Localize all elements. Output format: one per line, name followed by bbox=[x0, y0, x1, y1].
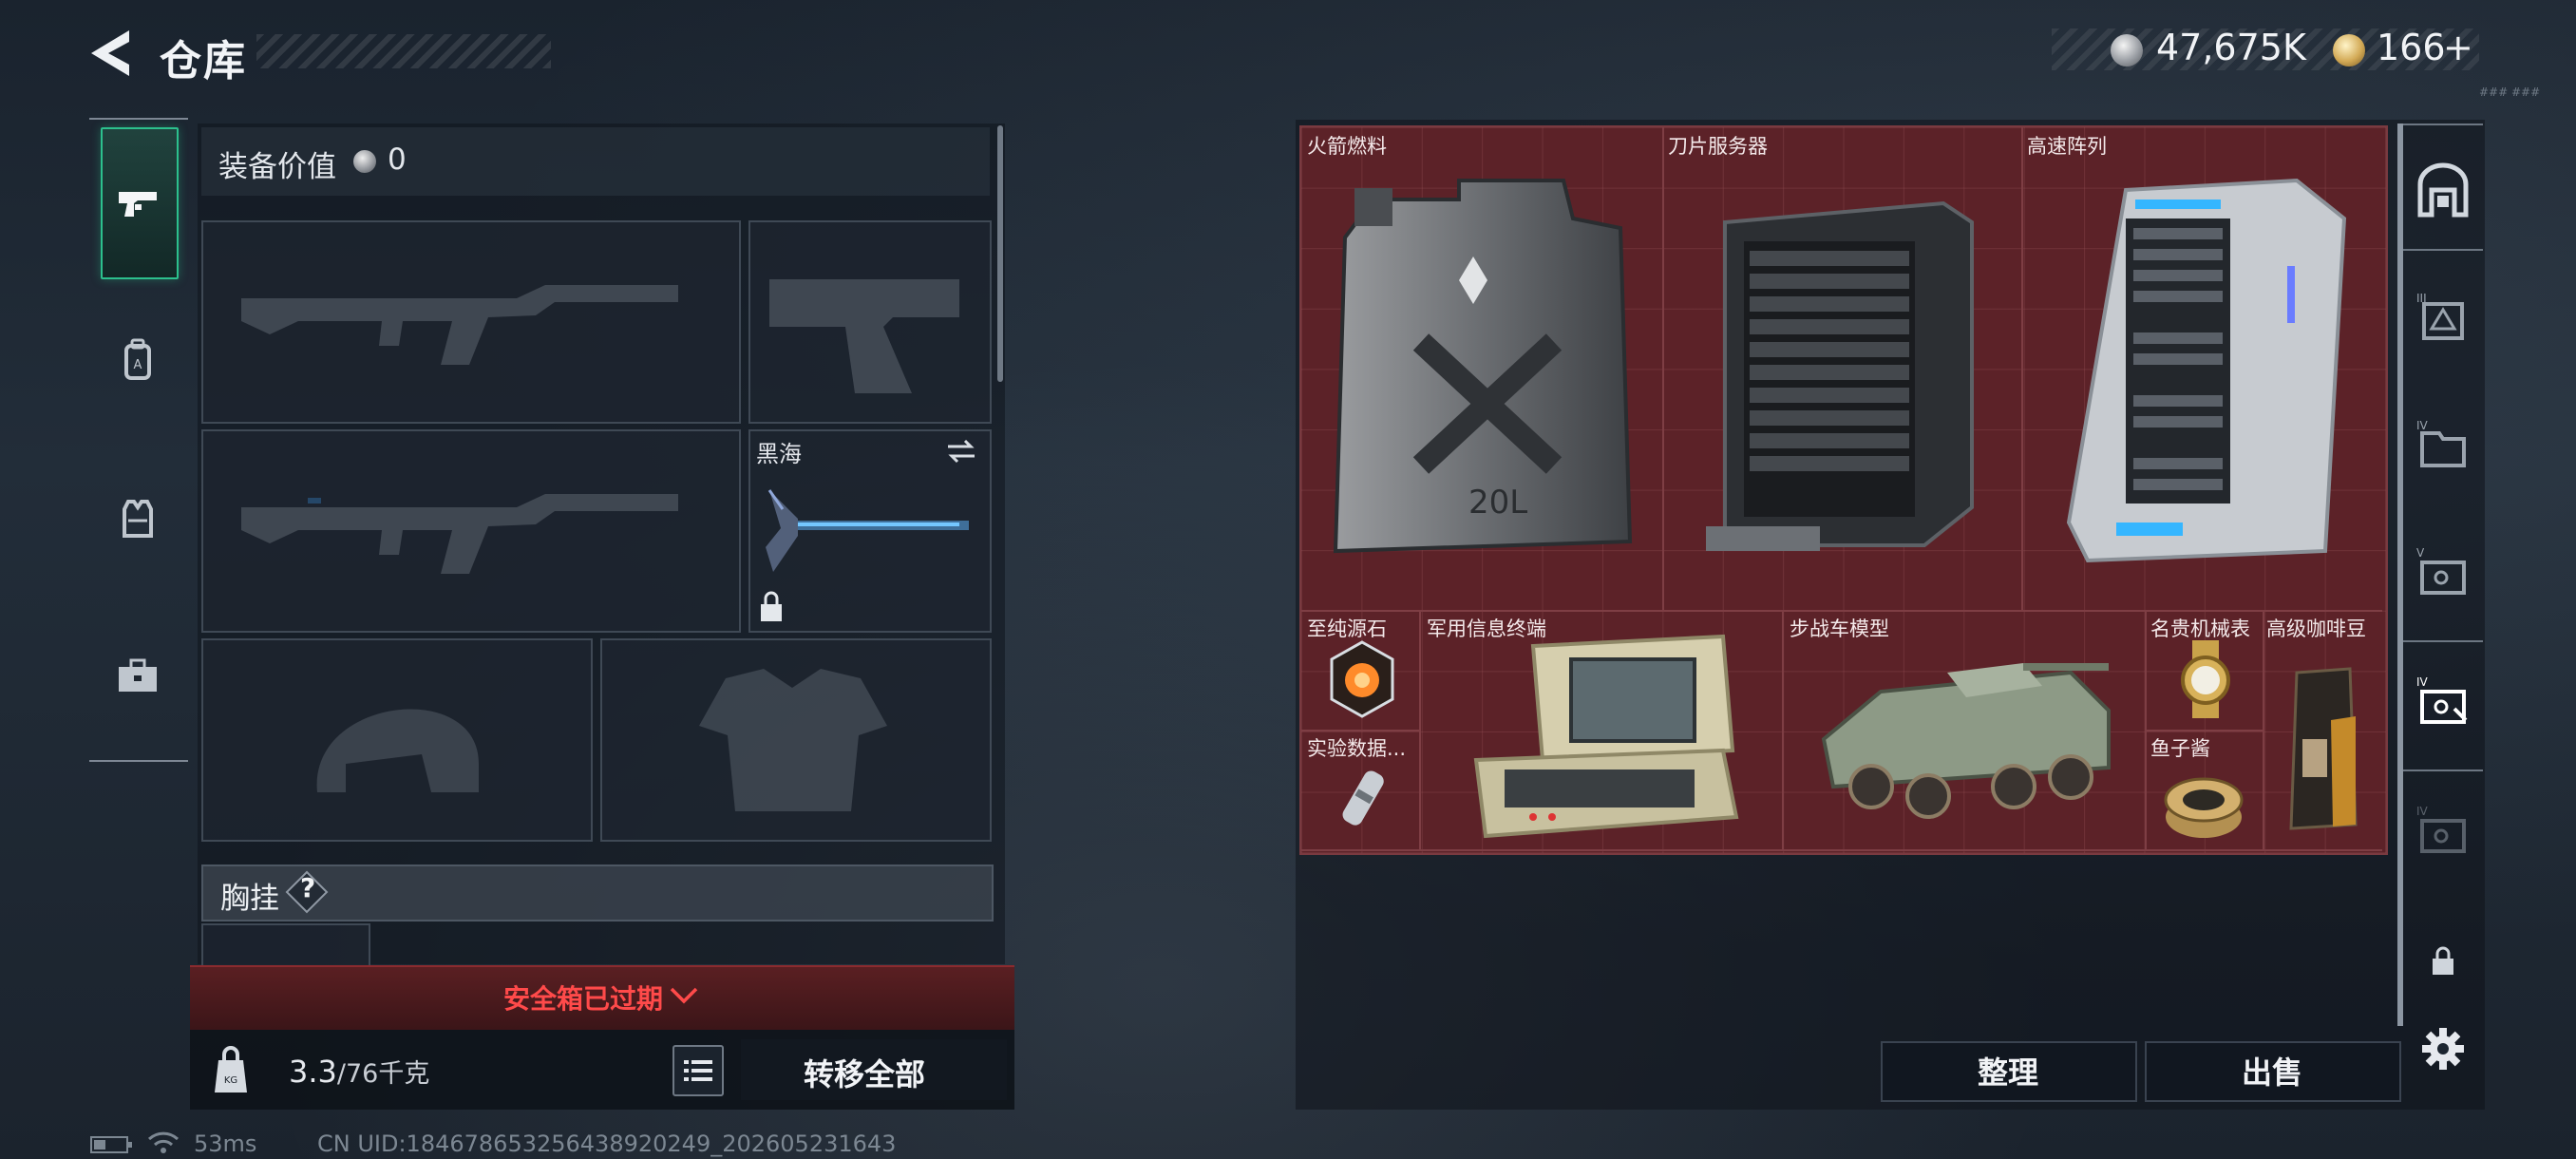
safe-box-status-text: 安全箱已过期 bbox=[503, 983, 664, 1015]
item-name: 高速阵列 bbox=[2027, 135, 2107, 158]
svg-text:IV: IV bbox=[2416, 419, 2429, 432]
tactical-axe-icon bbox=[766, 489, 969, 572]
stash-item[interactable]: 鱼子酱 bbox=[2145, 730, 2264, 851]
loadout-scrollbar[interactable] bbox=[997, 125, 1003, 382]
left-nav-divider-bottom bbox=[89, 760, 188, 762]
equipment-value-label: 装备价值 bbox=[218, 150, 336, 184]
rifle-silhouette-icon bbox=[241, 494, 678, 574]
stash-item[interactable]: 火箭燃料 20L bbox=[1301, 127, 1664, 612]
weight-icon: KG bbox=[215, 1046, 247, 1092]
chevron-down-icon[interactable] bbox=[669, 984, 699, 1007]
currency-primary-value: 47,675K bbox=[2156, 27, 2306, 68]
svg-text:20L: 20L bbox=[1468, 484, 1527, 522]
toolbox-icon[interactable] bbox=[109, 648, 166, 705]
stash-item[interactable]: 高速阵列 bbox=[2021, 127, 2382, 612]
caviar-tin-icon bbox=[2164, 777, 2244, 838]
chest-rig-label: 胸挂 bbox=[220, 882, 279, 916]
terminal-case-icon bbox=[1473, 634, 1739, 839]
rifle-silhouette-icon bbox=[241, 285, 678, 365]
help-mark: ? bbox=[300, 872, 316, 903]
tier-4-case-active-icon[interactable]: IV bbox=[2413, 671, 2473, 732]
body-armor-slot[interactable] bbox=[600, 638, 992, 842]
armor-silhouette-icon bbox=[699, 669, 887, 811]
right-nav-divider bbox=[2403, 640, 2483, 642]
tier-4-folder-icon[interactable]: IV bbox=[2413, 414, 2473, 475]
svg-text:A: A bbox=[134, 358, 142, 372]
stash-item[interactable]: 名贵机械表 bbox=[2145, 610, 2264, 732]
silver-coin-icon bbox=[2111, 34, 2143, 66]
helmet-silhouette-icon bbox=[316, 709, 479, 792]
gem-icon bbox=[1330, 640, 1394, 718]
currency-secondary-value: 166 bbox=[2377, 27, 2446, 68]
battery-icon bbox=[90, 1136, 132, 1153]
coffee-bag-icon bbox=[2289, 667, 2358, 830]
stash-item[interactable]: 军用信息终端 bbox=[1419, 610, 1784, 851]
uid-text: CN UID:1846786532564389202​49_2026052316… bbox=[317, 1130, 897, 1157]
item-name: 高级咖啡豆 bbox=[2266, 618, 2366, 640]
stash-item[interactable]: 实验数据... bbox=[1301, 730, 1421, 851]
list-icon bbox=[684, 1060, 712, 1081]
list-view-button[interactable] bbox=[672, 1045, 724, 1096]
pistol-silhouette-icon bbox=[769, 279, 959, 393]
server-rack-icon bbox=[1706, 200, 1974, 551]
svg-text:III: III bbox=[2416, 292, 2427, 305]
weight-max: /76千克 bbox=[336, 1059, 430, 1089]
sort-button-label: 整理 bbox=[1978, 1054, 2039, 1091]
chest-rig-slot[interactable] bbox=[201, 923, 370, 965]
swap-icon[interactable] bbox=[944, 437, 978, 466]
back-arrow-icon[interactable] bbox=[85, 27, 135, 80]
tier-4-case-icon[interactable]: IV bbox=[2413, 800, 2473, 861]
weight-readout: 3.3/76千克 bbox=[289, 1053, 429, 1090]
left-nav-divider-top bbox=[89, 118, 188, 120]
tier-3-crate-icon[interactable]: III bbox=[2413, 287, 2473, 348]
currency-add-button[interactable]: + bbox=[2443, 27, 2473, 68]
watch-icon bbox=[2181, 640, 2230, 718]
svg-text:IV: IV bbox=[2416, 675, 2429, 689]
data-capsule-icon bbox=[1342, 770, 1384, 826]
transfer-all-label: 转移全部 bbox=[804, 1056, 926, 1092]
svg-text:IV: IV bbox=[2416, 805, 2429, 818]
storage-array-icon bbox=[2066, 178, 2347, 563]
equipment-value: 0 bbox=[388, 142, 407, 177]
lock-icon bbox=[2433, 946, 2453, 975]
melee-label: 黑海 bbox=[756, 441, 802, 467]
item-name: 实验数据... bbox=[1307, 737, 1407, 760]
lock-icon bbox=[761, 591, 782, 621]
page-title: 仓库 bbox=[160, 37, 247, 86]
version-text: ### ### bbox=[2479, 86, 2541, 99]
melee-slot[interactable]: 黑海 bbox=[748, 429, 992, 633]
item-name: 鱼子酱 bbox=[2150, 737, 2210, 760]
gold-coin-icon bbox=[2333, 34, 2365, 66]
armored-vehicle-icon bbox=[1821, 663, 2111, 819]
jerrycan-icon: 20L bbox=[1333, 179, 1633, 554]
svg-text:KG: KG bbox=[224, 1075, 237, 1086]
backpack-icon[interactable]: A bbox=[109, 332, 166, 390]
weight-current: 3.3 bbox=[289, 1054, 337, 1090]
stash-item[interactable]: 刀片服务器 bbox=[1662, 127, 2023, 612]
wifi-icon bbox=[147, 1131, 180, 1153]
item-name: 刀片服务器 bbox=[1668, 135, 1768, 158]
right-nav-divider bbox=[2403, 124, 2483, 125]
vest-icon[interactable] bbox=[109, 490, 166, 547]
primary-weapon-slot[interactable] bbox=[201, 220, 741, 424]
stash-item[interactable]: 步战车模型 bbox=[1782, 610, 2147, 851]
sidearm-slot[interactable] bbox=[748, 220, 992, 424]
item-name: 火箭燃料 bbox=[1307, 135, 1387, 158]
silver-coin-icon bbox=[353, 150, 376, 173]
sell-button-label: 出售 bbox=[2242, 1054, 2303, 1091]
right-nav-rail bbox=[2397, 124, 2403, 1026]
right-nav-divider bbox=[2403, 249, 2483, 251]
stash-item[interactable]: 高级咖啡豆 bbox=[2263, 610, 2382, 851]
secondary-weapon-slot[interactable] bbox=[201, 429, 741, 633]
gear-icon[interactable] bbox=[2420, 1026, 2466, 1072]
tier-5-case-icon[interactable]: V bbox=[2413, 542, 2473, 602]
stash-item[interactable]: 至纯源石 bbox=[1301, 610, 1421, 732]
pistol-icon[interactable] bbox=[109, 175, 166, 232]
ping-text: 53ms bbox=[194, 1130, 257, 1157]
title-decoration bbox=[256, 34, 551, 68]
svg-text:V: V bbox=[2416, 546, 2425, 560]
right-nav-divider bbox=[2403, 770, 2483, 771]
helmet-slot[interactable] bbox=[201, 638, 593, 842]
safe-icon[interactable] bbox=[2413, 162, 2473, 222]
